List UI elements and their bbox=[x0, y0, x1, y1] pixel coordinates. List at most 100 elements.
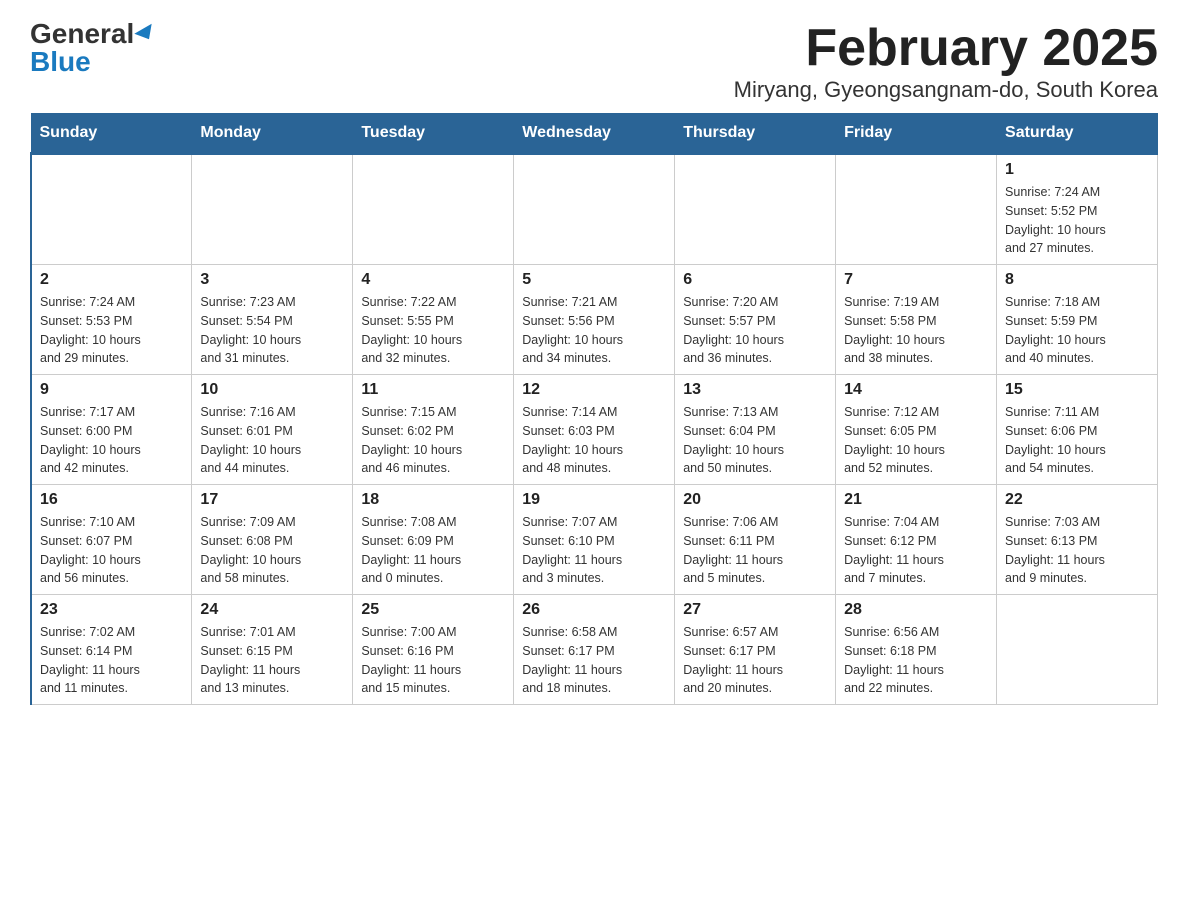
calendar-cell: 24 Sunrise: 7:01 AMSunset: 6:15 PMDayligh… bbox=[192, 595, 353, 705]
day-number: 13 bbox=[683, 381, 827, 399]
calendar-cell: 2 Sunrise: 7:24 AMSunset: 5:53 PMDaylight… bbox=[31, 265, 192, 375]
day-info: Sunrise: 7:19 AMSunset: 5:58 PMDaylight:… bbox=[844, 293, 988, 368]
calendar-cell bbox=[192, 154, 353, 265]
logo-general-text: General bbox=[30, 20, 134, 48]
day-info: Sunrise: 7:23 AMSunset: 5:54 PMDaylight:… bbox=[200, 293, 344, 368]
day-info: Sunrise: 6:58 AMSunset: 6:17 PMDaylight:… bbox=[522, 623, 666, 698]
calendar-cell: 6 Sunrise: 7:20 AMSunset: 5:57 PMDaylight… bbox=[675, 265, 836, 375]
day-number: 19 bbox=[522, 491, 666, 509]
day-number: 22 bbox=[1005, 491, 1149, 509]
day-info: Sunrise: 7:18 AMSunset: 5:59 PMDaylight:… bbox=[1005, 293, 1149, 368]
day-info: Sunrise: 7:20 AMSunset: 5:57 PMDaylight:… bbox=[683, 293, 827, 368]
calendar-cell: 14 Sunrise: 7:12 AMSunset: 6:05 PMDayligh… bbox=[836, 375, 997, 485]
day-info: Sunrise: 7:00 AMSunset: 6:16 PMDaylight:… bbox=[361, 623, 505, 698]
calendar-cell: 16 Sunrise: 7:10 AMSunset: 6:07 PMDayligh… bbox=[31, 485, 192, 595]
calendar-cell: 9 Sunrise: 7:17 AMSunset: 6:00 PMDaylight… bbox=[31, 375, 192, 485]
day-number: 12 bbox=[522, 381, 666, 399]
calendar-body: 1 Sunrise: 7:24 AMSunset: 5:52 PMDaylight… bbox=[31, 154, 1158, 705]
calendar-cell: 11 Sunrise: 7:15 AMSunset: 6:02 PMDayligh… bbox=[353, 375, 514, 485]
calendar-cell: 25 Sunrise: 7:00 AMSunset: 6:16 PMDayligh… bbox=[353, 595, 514, 705]
calendar-week-4: 16 Sunrise: 7:10 AMSunset: 6:07 PMDayligh… bbox=[31, 485, 1158, 595]
title-block: February 2025 Miryang, Gyeongsangnam-do,… bbox=[734, 20, 1158, 103]
calendar-cell: 13 Sunrise: 7:13 AMSunset: 6:04 PMDayligh… bbox=[675, 375, 836, 485]
day-number: 15 bbox=[1005, 381, 1149, 399]
day-number: 11 bbox=[361, 381, 505, 399]
day-info: Sunrise: 7:24 AMSunset: 5:53 PMDaylight:… bbox=[40, 293, 183, 368]
calendar-week-2: 2 Sunrise: 7:24 AMSunset: 5:53 PMDaylight… bbox=[31, 265, 1158, 375]
weekday-header-thursday: Thursday bbox=[675, 114, 836, 154]
day-number: 28 bbox=[844, 601, 988, 619]
day-info: Sunrise: 7:07 AMSunset: 6:10 PMDaylight:… bbox=[522, 513, 666, 588]
day-number: 24 bbox=[200, 601, 344, 619]
day-number: 9 bbox=[40, 381, 183, 399]
day-number: 18 bbox=[361, 491, 505, 509]
day-info: Sunrise: 7:12 AMSunset: 6:05 PMDaylight:… bbox=[844, 403, 988, 478]
day-number: 23 bbox=[40, 601, 183, 619]
calendar-week-5: 23Sunrise: 7:02 AMSunset: 6:14 PMDayligh… bbox=[31, 595, 1158, 705]
calendar-cell bbox=[836, 154, 997, 265]
calendar-cell bbox=[514, 154, 675, 265]
calendar-cell bbox=[997, 595, 1158, 705]
calendar-cell: 12 Sunrise: 7:14 AMSunset: 6:03 PMDayligh… bbox=[514, 375, 675, 485]
calendar-cell: 23Sunrise: 7:02 AMSunset: 6:14 PMDayligh… bbox=[31, 595, 192, 705]
day-number: 14 bbox=[844, 381, 988, 399]
header-row: SundayMondayTuesdayWednesdayThursdayFrid… bbox=[31, 114, 1158, 154]
day-info: Sunrise: 7:22 AMSunset: 5:55 PMDaylight:… bbox=[361, 293, 505, 368]
calendar-cell: 5Sunrise: 7:21 AMSunset: 5:56 PMDaylight… bbox=[514, 265, 675, 375]
weekday-header-friday: Friday bbox=[836, 114, 997, 154]
day-number: 20 bbox=[683, 491, 827, 509]
logo-arrow-icon bbox=[135, 24, 158, 44]
day-info: Sunrise: 7:09 AMSunset: 6:08 PMDaylight:… bbox=[200, 513, 344, 588]
calendar-cell: 27 Sunrise: 6:57 AMSunset: 6:17 PMDayligh… bbox=[675, 595, 836, 705]
day-number: 10 bbox=[200, 381, 344, 399]
calendar-cell: 17Sunrise: 7:09 AMSunset: 6:08 PMDayligh… bbox=[192, 485, 353, 595]
weekday-header-monday: Monday bbox=[192, 114, 353, 154]
day-number: 25 bbox=[361, 601, 505, 619]
day-info: Sunrise: 7:17 AMSunset: 6:00 PMDaylight:… bbox=[40, 403, 183, 478]
calendar-cell: 20 Sunrise: 7:06 AMSunset: 6:11 PMDayligh… bbox=[675, 485, 836, 595]
day-number: 2 bbox=[40, 271, 183, 289]
calendar-cell: 3 Sunrise: 7:23 AMSunset: 5:54 PMDaylight… bbox=[192, 265, 353, 375]
weekday-header-sunday: Sunday bbox=[31, 114, 192, 154]
day-number: 7 bbox=[844, 271, 988, 289]
day-number: 21 bbox=[844, 491, 988, 509]
calendar-cell: 15 Sunrise: 7:11 AMSunset: 6:06 PMDayligh… bbox=[997, 375, 1158, 485]
calendar-cell: 8 Sunrise: 7:18 AMSunset: 5:59 PMDaylight… bbox=[997, 265, 1158, 375]
weekday-header-wednesday: Wednesday bbox=[514, 114, 675, 154]
calendar-cell: 4 Sunrise: 7:22 AMSunset: 5:55 PMDaylight… bbox=[353, 265, 514, 375]
day-info: Sunrise: 7:06 AMSunset: 6:11 PMDaylight:… bbox=[683, 513, 827, 588]
day-info: Sunrise: 7:01 AMSunset: 6:15 PMDaylight:… bbox=[200, 623, 344, 698]
logo: General Blue bbox=[30, 20, 156, 76]
calendar-table: SundayMondayTuesdayWednesdayThursdayFrid… bbox=[30, 113, 1158, 705]
page-header: General Blue February 2025 Miryang, Gyeo… bbox=[30, 20, 1158, 103]
calendar-cell bbox=[353, 154, 514, 265]
weekday-header-tuesday: Tuesday bbox=[353, 114, 514, 154]
day-number: 16 bbox=[40, 491, 183, 509]
calendar-cell: 10Sunrise: 7:16 AMSunset: 6:01 PMDayligh… bbox=[192, 375, 353, 485]
day-number: 3 bbox=[200, 271, 344, 289]
day-number: 1 bbox=[1005, 161, 1149, 179]
calendar-cell bbox=[675, 154, 836, 265]
calendar-week-1: 1 Sunrise: 7:24 AMSunset: 5:52 PMDaylight… bbox=[31, 154, 1158, 265]
day-number: 6 bbox=[683, 271, 827, 289]
day-info: Sunrise: 7:11 AMSunset: 6:06 PMDaylight:… bbox=[1005, 403, 1149, 478]
calendar-cell: 22 Sunrise: 7:03 AMSunset: 6:13 PMDayligh… bbox=[997, 485, 1158, 595]
day-info: Sunrise: 7:24 AMSunset: 5:52 PMDaylight:… bbox=[1005, 183, 1149, 258]
calendar-cell: 19 Sunrise: 7:07 AMSunset: 6:10 PMDayligh… bbox=[514, 485, 675, 595]
day-number: 8 bbox=[1005, 271, 1149, 289]
day-info: Sunrise: 7:03 AMSunset: 6:13 PMDaylight:… bbox=[1005, 513, 1149, 588]
day-info: Sunrise: 6:57 AMSunset: 6:17 PMDaylight:… bbox=[683, 623, 827, 698]
calendar-cell: 21Sunrise: 7:04 AMSunset: 6:12 PMDayligh… bbox=[836, 485, 997, 595]
day-info: Sunrise: 6:56 AMSunset: 6:18 PMDaylight:… bbox=[844, 623, 988, 698]
day-info: Sunrise: 7:14 AMSunset: 6:03 PMDaylight:… bbox=[522, 403, 666, 478]
calendar-title: February 2025 bbox=[734, 20, 1158, 77]
calendar-cell: 18Sunrise: 7:08 AMSunset: 6:09 PMDayligh… bbox=[353, 485, 514, 595]
day-number: 4 bbox=[361, 271, 505, 289]
day-info: Sunrise: 7:13 AMSunset: 6:04 PMDaylight:… bbox=[683, 403, 827, 478]
day-number: 27 bbox=[683, 601, 827, 619]
weekday-header-saturday: Saturday bbox=[997, 114, 1158, 154]
day-info: Sunrise: 7:15 AMSunset: 6:02 PMDaylight:… bbox=[361, 403, 505, 478]
day-info: Sunrise: 7:10 AMSunset: 6:07 PMDaylight:… bbox=[40, 513, 183, 588]
day-number: 26 bbox=[522, 601, 666, 619]
calendar-header: SundayMondayTuesdayWednesdayThursdayFrid… bbox=[31, 114, 1158, 154]
